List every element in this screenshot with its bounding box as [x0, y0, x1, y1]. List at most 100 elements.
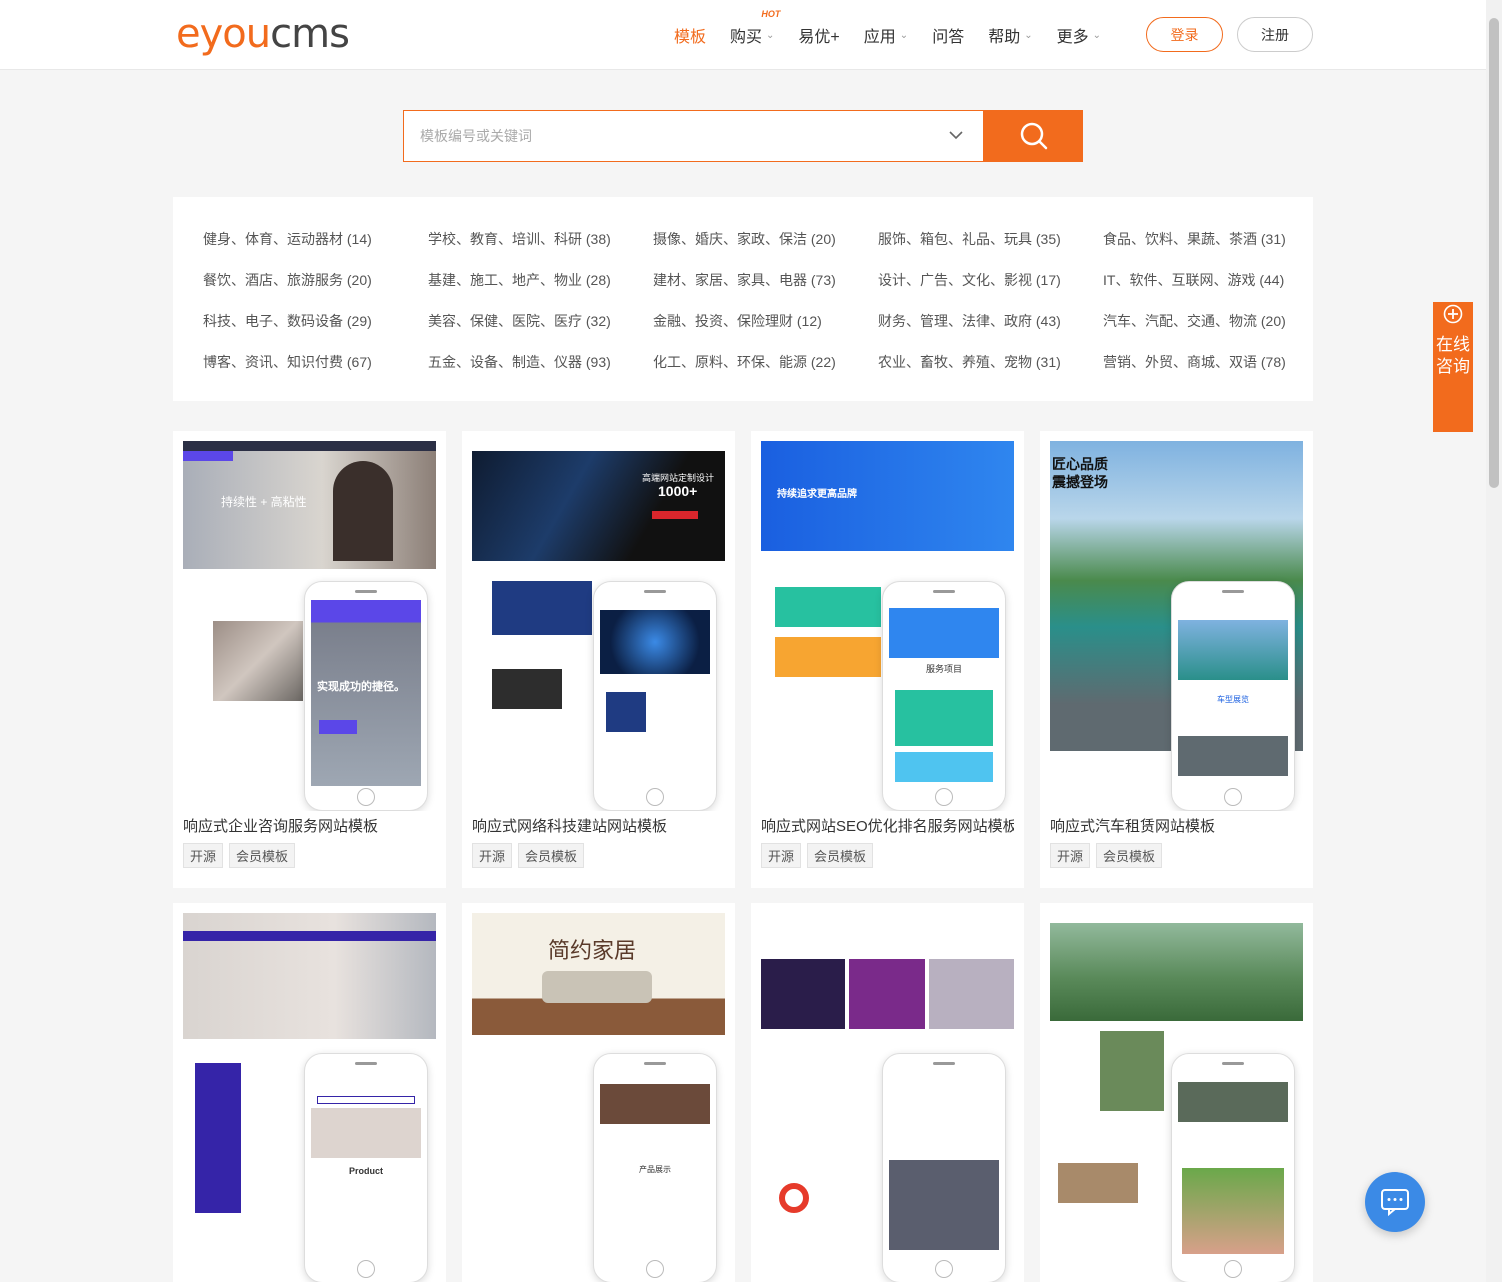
search-box — [403, 110, 984, 162]
phone-preview: 实现成功的捷径。 — [304, 581, 428, 811]
category-link[interactable]: 学校、教育、培训、科研 (38) — [428, 229, 611, 249]
tag: 会员模板 — [1096, 843, 1163, 868]
chat-icon — [1381, 1189, 1409, 1216]
template-thumbnail[interactable]: 持续性 + 高粘性 实现成功的捷径。 — [183, 441, 436, 811]
template-title[interactable]: 响应式汽车租赁网站模板 — [1050, 815, 1303, 836]
category-link[interactable]: 科技、电子、数码设备 (29) — [203, 311, 372, 331]
category-link[interactable]: 服饰、箱包、礼品、玩具 (35) — [878, 229, 1061, 249]
banner-number: 1000+ — [658, 483, 698, 499]
category-link[interactable]: 博客、资讯、知识付费 (67) — [203, 352, 372, 372]
category-link[interactable]: 汽车、汽配、交通、物流 (20) — [1103, 311, 1286, 331]
banner-text: 持续追求更高品牌 — [777, 489, 857, 500]
site-header: eyoucms 模板 购买 ⌄ HOT 易优+ 应用 ⌄ 问答 帮助 ⌄ 更多 ⌄ 登录 … — [0, 0, 1486, 70]
category-link[interactable]: IT、软件、互联网、游戏 (44) — [1103, 270, 1284, 290]
register-button[interactable]: 注册 — [1237, 17, 1313, 52]
scrollbar[interactable] — [1486, 0, 1502, 1282]
search-input[interactable] — [404, 111, 983, 161]
chevron-down-icon[interactable] — [949, 128, 963, 142]
chevron-down-icon: ⌄ — [899, 29, 909, 41]
phone-text: 产品展示 — [639, 1165, 671, 1174]
main-nav: 模板 购买 ⌄ HOT 易优+ 应用 ⌄ 问答 帮助 ⌄ 更多 ⌄ — [674, 0, 1125, 70]
search-icon — [1020, 122, 1047, 150]
phone-preview: 产品展示 — [593, 1053, 717, 1282]
phone-preview — [593, 581, 717, 811]
category-link[interactable]: 财务、管理、法律、政府 (43) — [878, 311, 1061, 331]
template-thumbnail[interactable]: 高端网站定制设计 1000+ — [472, 441, 725, 811]
nav-item-eyou-plus[interactable]: 易优+ — [798, 0, 839, 70]
desktop-preview: 持续性 + 高粘性 — [183, 441, 436, 569]
category-link[interactable]: 营销、外贸、商城、双语 (78) — [1103, 352, 1286, 372]
category-link[interactable]: 建材、家居、家具、电器 (73) — [653, 270, 836, 290]
category-link[interactable]: 五金、设备、制造、仪器 (93) — [428, 352, 611, 372]
tag: 会员模板 — [807, 843, 874, 868]
desktop-preview — [1050, 913, 1303, 1021]
phone-preview: 车型展览 — [1171, 581, 1295, 811]
template-card[interactable]: 匠心品质 震撼登场 车型展览 响应式汽车租赁网站模板 开源 会员模板 — [1040, 431, 1313, 888]
template-title[interactable]: 响应式网站SEO优化排名服务网站模板 — [761, 815, 1014, 836]
tag: 会员模板 — [518, 843, 585, 868]
template-card[interactable]: 高端网站定制设计 1000+ 响应式网络科技建站网站模板 开源 会员模板 — [462, 431, 735, 888]
tag-list: 开源 会员模板 — [472, 843, 590, 868]
phone-preview: 服务项目 — [882, 581, 1006, 811]
desktop-preview: 持续追求更高品牌 — [761, 441, 1014, 551]
banner-text: 持续性 + 高粘性 — [221, 495, 307, 509]
template-card[interactable] — [751, 903, 1024, 1282]
search-button[interactable] — [984, 110, 1083, 162]
login-button[interactable]: 登录 — [1146, 17, 1223, 52]
nav-item-buy[interactable]: 购买 ⌄ HOT — [730, 0, 780, 70]
template-card[interactable]: Product — [173, 903, 446, 1282]
template-card[interactable]: 持续追求更高品牌 服务项目 响应式网站SEO优化排名服务网站模板 开源 会员模板 — [751, 431, 1024, 888]
phone-text: 服务项目 — [925, 664, 962, 674]
desktop-preview: 高端网站定制设计 1000+ — [472, 441, 725, 561]
template-card[interactable] — [1040, 903, 1313, 1282]
chevron-down-icon: ⌄ — [1092, 29, 1102, 41]
online-consult-button[interactable]: 在线咨询 — [1433, 302, 1473, 432]
tag: 开源 — [472, 843, 513, 868]
template-card[interactable]: 持续性 + 高粘性 实现成功的捷径。 响应式企业咨询服务网站模板 开源 会员模板 — [173, 431, 446, 888]
banner-text: 简约家居 — [548, 939, 637, 964]
nav-item-help[interactable]: 帮助 ⌄ — [988, 0, 1032, 70]
logo-part2: cms — [270, 11, 350, 57]
template-thumbnail[interactable]: 简约家居 产品展示 — [472, 913, 725, 1282]
tag: 开源 — [1050, 843, 1091, 868]
tag: 会员模板 — [229, 843, 296, 868]
nav-item-apps[interactable]: 应用 ⌄ — [864, 0, 908, 70]
template-thumbnail[interactable]: 持续追求更高品牌 服务项目 — [761, 441, 1014, 811]
tag-list: 开源 会员模板 — [183, 843, 301, 868]
tag: 开源 — [761, 843, 802, 868]
banner-text: 匠心品质 震撼登场 — [1052, 456, 1108, 490]
phone-text: 实现成功的捷径。 — [317, 681, 405, 693]
chevron-down-icon: ⌄ — [1024, 29, 1033, 41]
template-thumbnail[interactable] — [761, 913, 1014, 1282]
category-link[interactable]: 食品、饮料、果蔬、茶酒 (31) — [1103, 229, 1286, 249]
category-link[interactable]: 摄像、婚庆、家政、保洁 (20) — [653, 229, 836, 249]
category-link[interactable]: 设计、广告、文化、影视 (17) — [878, 270, 1061, 290]
hot-badge: HOT — [761, 9, 781, 19]
template-title[interactable]: 响应式企业咨询服务网站模板 — [183, 815, 436, 836]
tag: 开源 — [183, 843, 224, 868]
logo[interactable]: eyoucms — [176, 11, 350, 57]
search-bar — [403, 110, 1083, 162]
template-title[interactable]: 响应式网络科技建站网站模板 — [472, 815, 725, 836]
category-link[interactable]: 餐饮、酒店、旅游服务 (20) — [203, 270, 372, 290]
desktop-preview — [183, 913, 436, 1039]
chat-button[interactable] — [1365, 1172, 1425, 1232]
category-link[interactable]: 农业、畜牧、养殖、宠物 (31) — [878, 352, 1061, 372]
category-link[interactable]: 健身、体育、运动器材 (14) — [203, 229, 372, 249]
category-link[interactable]: 基建、施工、地产、物业 (28) — [428, 270, 611, 290]
scrollbar-thumb[interactable] — [1489, 18, 1499, 488]
desktop-preview: 简约家居 — [472, 913, 725, 1035]
category-link[interactable]: 化工、原料、环保、能源 (22) — [653, 352, 836, 372]
nav-item-more[interactable]: 更多 ⌄ — [1057, 0, 1101, 70]
phone-text: 车型展览 — [1217, 695, 1249, 704]
category-link[interactable]: 美容、保健、医院、医疗 (32) — [428, 311, 611, 331]
plus-circle-icon — [1443, 304, 1463, 324]
template-card[interactable]: 简约家居 产品展示 — [462, 903, 735, 1282]
nav-item-qa[interactable]: 问答 — [932, 0, 964, 70]
template-thumbnail[interactable] — [1050, 913, 1303, 1282]
online-consult-label: 在线咨询 — [1436, 335, 1470, 376]
nav-item-templates[interactable]: 模板 — [674, 0, 706, 70]
template-thumbnail[interactable]: Product — [183, 913, 436, 1282]
template-thumbnail[interactable]: 匠心品质 震撼登场 车型展览 — [1050, 441, 1303, 811]
category-link[interactable]: 金融、投资、保险理财 (12) — [653, 311, 822, 331]
